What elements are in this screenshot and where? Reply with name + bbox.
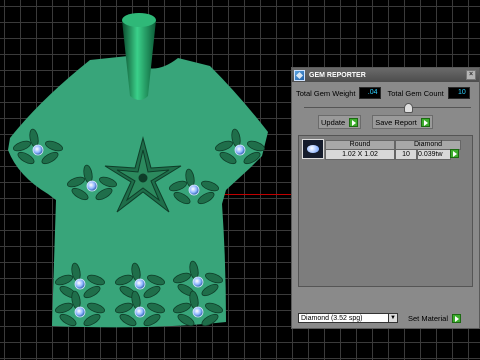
- total-gem-count-value: 10: [447, 87, 470, 99]
- gem-stone: [32, 144, 44, 156]
- material-select[interactable]: Diamond (3.52 spg) ▼: [298, 313, 398, 323]
- gem-stone: [188, 184, 200, 196]
- gem-weight-cell: 0.039tw: [417, 149, 451, 160]
- gem-reporter-panel: GEM REPORTER × Total Gem Weight .04 Tota…: [291, 67, 480, 329]
- gem-stone: [74, 306, 86, 318]
- save-report-button[interactable]: Save Report: [372, 115, 433, 129]
- chevron-down-icon[interactable]: ▼: [388, 314, 397, 322]
- close-icon[interactable]: ×: [466, 70, 476, 80]
- gem-stone: [134, 278, 146, 290]
- update-button[interactable]: Update: [318, 115, 362, 129]
- gem-stone: [134, 306, 146, 318]
- update-button-label: Update: [321, 117, 346, 127]
- gem-stone: [192, 306, 204, 318]
- panel-title: GEM REPORTER: [309, 71, 366, 79]
- gem-table: Round Diamond 1.02 X 1.02 10 0.039tw: [298, 135, 473, 287]
- total-gem-weight-label: Total Gem Weight: [296, 88, 356, 98]
- gem-stone: [234, 144, 246, 156]
- set-material-label: Set Material: [408, 313, 449, 323]
- play-icon: [349, 117, 359, 127]
- gem-thumbnail-icon[interactable]: [302, 139, 324, 159]
- gem-count-cell: 10: [395, 149, 417, 160]
- play-icon: [452, 313, 462, 323]
- total-gem-count-label: Total Gem Count: [387, 88, 444, 98]
- slider-knob[interactable]: [404, 103, 414, 113]
- material-select-value: Diamond (3.52 spg): [301, 315, 363, 322]
- size-slider[interactable]: [304, 103, 471, 113]
- slider-track: [304, 107, 471, 108]
- total-gem-weight-value: .04: [359, 87, 382, 99]
- play-icon: [420, 117, 430, 127]
- row-play-icon[interactable]: [450, 149, 459, 158]
- save-report-label: Save Report: [375, 117, 417, 127]
- gem-stone: [192, 276, 204, 288]
- gem-size-cell: 1.02 X 1.02: [325, 149, 395, 160]
- panel-titlebar[interactable]: GEM REPORTER ×: [292, 68, 479, 82]
- gem-stone: [74, 278, 86, 290]
- gem-stone: [86, 180, 98, 192]
- gem-reporter-app-icon: [294, 69, 305, 81]
- set-material-button[interactable]: Set Material: [406, 312, 463, 324]
